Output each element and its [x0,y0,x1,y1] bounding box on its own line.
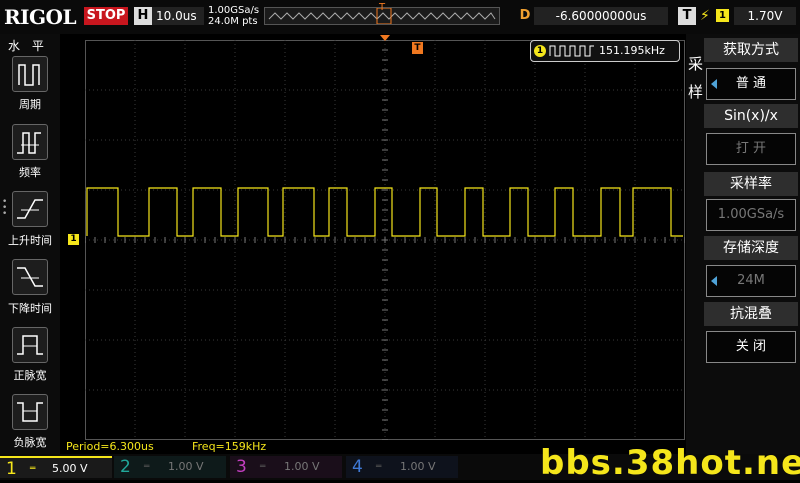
memory-depth-select[interactable]: 24M [706,265,796,297]
dc-coupling-icon: ═ [376,462,382,472]
memory-depth-value: 24M [737,273,765,288]
memory-depth-title: 存储深度 [704,236,798,260]
horizontal-measure-menu: 水 平 周期 频率 • • • 上升时间 下降时间 正脉宽 负脉宽 [0,34,60,454]
negative-width-label: 负脉宽 [13,436,47,449]
positive-width-button[interactable] [12,327,48,363]
sample-rate: 1.00GSa/s [208,5,260,16]
ch1-ground-marker[interactable]: 1 [68,234,79,245]
dc-coupling-icon: ═ [144,462,150,472]
positive-width-icon [17,335,43,355]
rigol-logo: RIGOL [4,5,77,29]
acquire-side-label: 采 样 [688,50,704,106]
trigger-channel-badge: 1 [716,9,729,22]
delay-label: D [519,8,531,23]
sample-rate-field: 1.00GSa/s [706,199,796,231]
acquire-mode-value: 普 通 [735,76,767,91]
frequency-label: 频率 [19,166,41,179]
delay-value[interactable]: -6.60000000us [534,7,668,25]
ch1-scale: 5.00 V [52,462,88,475]
counter-value: 151.195kHz [599,44,665,57]
sample-info: 1.00GSa/s 24.0M pts [208,5,259,27]
ch3-tab[interactable]: 3 ═ 1.00 V [230,456,342,478]
acquire-mode-select[interactable]: 普 通 [706,68,796,100]
fall-time-button[interactable] [12,259,48,295]
rise-time-icon [17,199,43,219]
anti-alias-title: 抗混叠 [704,302,798,326]
period-button[interactable] [12,56,48,92]
frequency-counter: 1 151.195kHz [530,40,680,62]
period-icon [18,64,40,86]
horizontal-header: 水 平 [8,39,48,53]
dc-coupling-icon: ═ [260,462,266,472]
run-stop-button[interactable]: STOP [84,7,128,25]
sinx-title: Sin(x)/x [704,104,798,128]
fall-time-label: 下降时间 [8,302,52,315]
ch1-tab[interactable]: 1 ═ 5.00 V [0,456,112,479]
negative-width-icon [17,402,43,422]
counter-channel-badge: 1 [534,45,546,57]
sinx-toggle[interactable]: 打 开 [706,133,796,165]
anti-alias-toggle[interactable]: 关 闭 [706,331,796,363]
negative-width-button[interactable] [12,394,48,430]
memory-trigger-marker: T [379,2,386,13]
select-arrow-icon [711,276,717,286]
ch2-tab[interactable]: 2 ═ 1.00 V [114,456,226,478]
sinx-value: 打 开 [735,141,767,156]
select-arrow-icon [711,79,717,89]
trigger-level-value[interactable]: 1.70V [734,7,796,25]
ch4-scale: 1.00 V [400,460,436,473]
trigger-edge-icon: ⚡ [700,8,710,24]
ch1-number: 1 [6,459,17,479]
watermark: bbs.38hot.net [540,443,800,483]
ch3-number: 3 [236,457,247,477]
sample-rate-value: 1.00GSa/s [717,207,785,222]
trigger-position-arrow-icon[interactable] [380,35,390,41]
fall-time-icon [17,267,43,287]
trigger-point-marker: T [412,42,423,54]
rise-time-button[interactable] [12,191,48,227]
ch3-scale: 1.00 V [284,460,320,473]
ch2-scale: 1.00 V [168,460,204,473]
frequency-button[interactable] [12,124,48,160]
acquire-side-text: 采 样 [688,55,704,101]
rise-time-label: 上升时间 [8,234,52,247]
ch4-number: 4 [352,457,363,477]
sample-rate-title: 采样率 [704,172,798,196]
waveform-display[interactable] [85,40,685,440]
positive-width-label: 正脉宽 [13,369,47,382]
timebase-value[interactable]: 10.0us [152,7,204,25]
period-label: 周期 [19,98,41,111]
memory-points: 24.0M pts [208,16,258,27]
acquire-mode-title: 获取方式 [704,38,798,62]
timebase-label: H [134,7,152,25]
ch4-tab[interactable]: 4 ═ 1.00 V [346,456,458,478]
more-dots-icon: • • • [2,197,8,219]
memory-overview-strip: T [264,2,500,25]
trigger-label: T [678,7,696,25]
frequency-icon [17,132,41,154]
freq-measurement: Freq=159kHz [192,440,267,453]
ch2-number: 2 [120,457,131,477]
anti-alias-value: 关 闭 [735,339,767,354]
period-measurement: Period=6.300us [66,440,154,453]
dc-coupling-icon: ═ [30,464,36,474]
square-wave-icon [549,45,594,57]
